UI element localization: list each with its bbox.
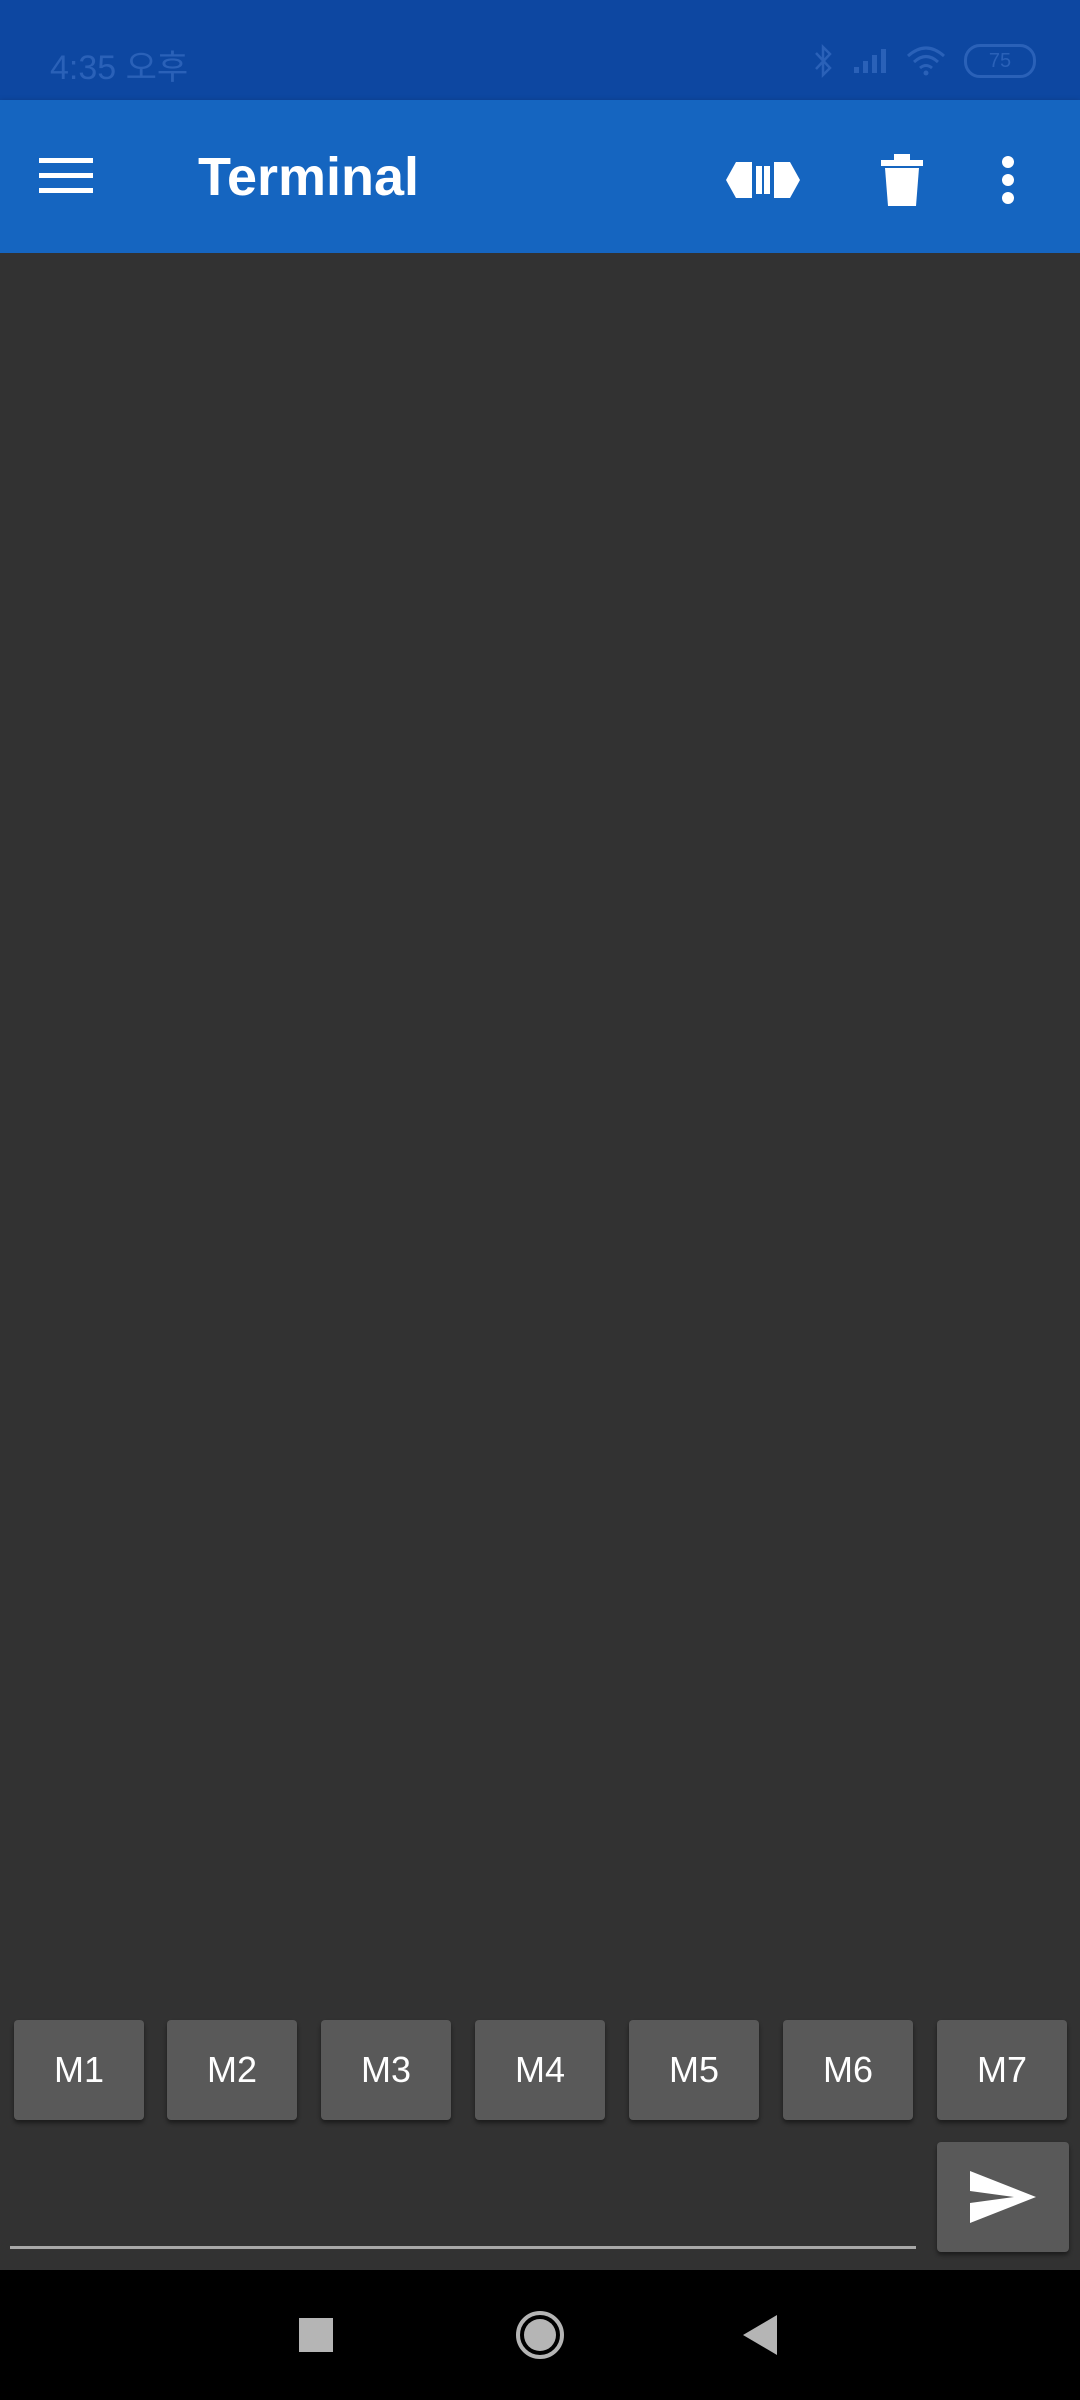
macro-button-m2[interactable]: M2 <box>167 2020 297 2120</box>
recents-button[interactable] <box>281 2300 351 2370</box>
macro-button-row: M1 M2 M3 M4 M5 M6 M7 <box>0 2020 1080 2120</box>
app-bar: Terminal <box>0 100 1080 253</box>
signal-icon <box>854 49 886 73</box>
battery-indicator: 75 <box>964 44 1036 78</box>
home-button[interactable] <box>505 2300 575 2370</box>
system-nav-bar <box>0 2270 1080 2400</box>
more-vert-icon <box>1002 156 1014 204</box>
macro-button-m3[interactable]: M3 <box>321 2020 451 2120</box>
status-time: 4:35 오후 <box>50 49 189 87</box>
trash-icon <box>881 154 923 206</box>
macro-button-m6[interactable]: M6 <box>783 2020 913 2120</box>
status-bar: 4:35 오후 75 <box>0 0 1080 100</box>
clear-button[interactable] <box>862 140 942 220</box>
send-button[interactable] <box>937 2142 1069 2252</box>
macro-button-m1[interactable]: M1 <box>14 2020 144 2120</box>
status-icons: 75 <box>814 44 1036 78</box>
more-options-button[interactable] <box>978 140 1038 220</box>
command-input-container <box>10 2142 920 2249</box>
hamburger-menu-icon <box>39 158 93 193</box>
page-title: Terminal <box>198 147 420 207</box>
bluetooth-icon <box>815 44 832 78</box>
connect-plug-icon <box>718 162 808 198</box>
back-button[interactable] <box>725 2300 795 2370</box>
wifi-icon <box>907 46 945 76</box>
terminal-output[interactable] <box>0 253 1080 2008</box>
back-triangle-icon <box>743 2315 777 2355</box>
macro-button-m7[interactable]: M7 <box>937 2020 1067 2120</box>
menu-button[interactable] <box>30 140 102 212</box>
command-input[interactable] <box>10 2142 920 2248</box>
macro-button-m4[interactable]: M4 <box>475 2020 605 2120</box>
macro-button-m5[interactable]: M5 <box>629 2020 759 2120</box>
circle-icon <box>516 2311 564 2359</box>
connect-button[interactable] <box>718 140 808 220</box>
send-icon <box>970 2171 1036 2223</box>
square-icon <box>299 2318 333 2352</box>
